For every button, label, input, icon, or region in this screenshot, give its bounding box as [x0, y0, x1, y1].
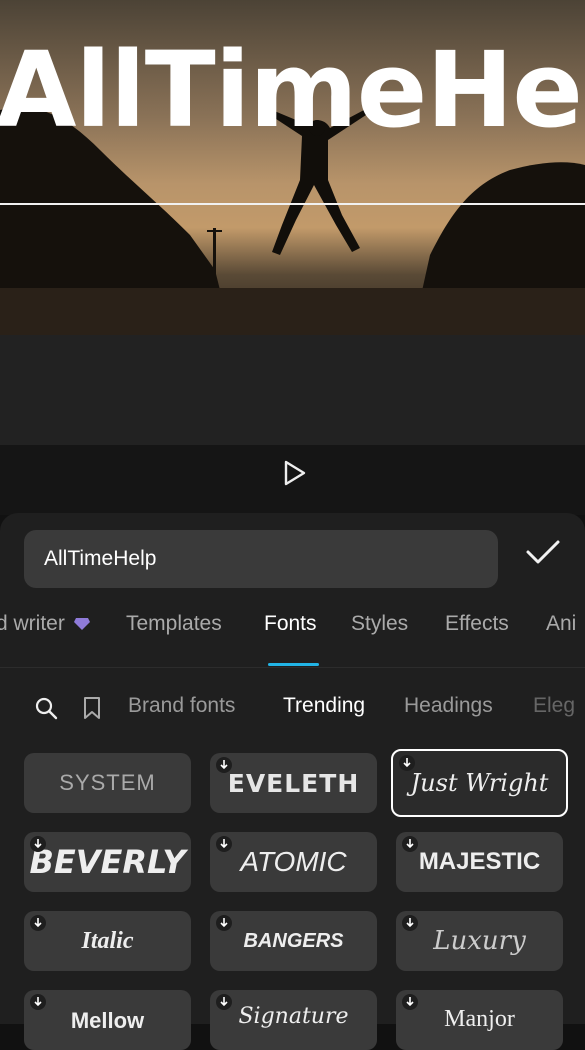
video-preview: AllTimeHelp [0, 0, 585, 335]
tab-styles[interactable]: Styles [351, 612, 408, 636]
font-card[interactable]: Mellow [24, 990, 191, 1050]
font-card[interactable]: Signature [210, 990, 377, 1050]
font-name: Manjor [444, 1006, 515, 1032]
font-name: BANGERS [243, 929, 344, 952]
category-trending[interactable]: Trending [283, 694, 365, 718]
font-name: SYSTEM [59, 770, 156, 795]
category-headings[interactable]: Headings [404, 694, 493, 718]
download-icon [216, 757, 232, 773]
font-card[interactable]: ATOMIC [210, 832, 377, 892]
font-card[interactable]: Luxury [396, 911, 563, 971]
font-card[interactable]: BANGERS [210, 911, 377, 971]
font-name: Signature [238, 1004, 349, 1029]
tab-bar: d writer Templates Fonts Styles Effects … [0, 612, 585, 652]
font-card-selected[interactable]: Just Wright [391, 749, 568, 817]
font-card[interactable]: EVELETH [210, 753, 377, 813]
download-icon [216, 836, 232, 852]
font-name: Just Wright [410, 769, 549, 797]
overlay-text[interactable]: AllTimeHelp [0, 38, 585, 142]
active-tab-indicator [268, 663, 319, 666]
download-icon [30, 836, 46, 852]
font-name: BEVERLY [29, 843, 186, 881]
font-card[interactable]: BEVERLY [24, 832, 191, 892]
text-input[interactable] [24, 530, 498, 588]
font-name: ATOMIC [240, 846, 347, 877]
download-icon [30, 915, 46, 931]
confirm-check-icon[interactable] [522, 536, 564, 568]
alignment-guide [0, 203, 585, 205]
download-icon [30, 994, 46, 1010]
font-name: Italic [81, 927, 134, 954]
tab-animation[interactable]: Ani [546, 612, 576, 636]
download-icon [216, 915, 232, 931]
canvas-background [0, 335, 585, 445]
tab-label: d writer [0, 612, 65, 635]
font-card[interactable]: Italic [24, 911, 191, 971]
tab-ai-writer[interactable]: d writer [0, 612, 91, 636]
premium-diamond-icon [73, 618, 90, 631]
tab-fonts[interactable]: Fonts [264, 612, 317, 636]
download-icon [402, 915, 418, 931]
search-icon[interactable] [34, 696, 58, 720]
font-card[interactable]: MAJESTIC [396, 832, 563, 892]
tab-templates[interactable]: Templates [126, 612, 222, 636]
download-icon [402, 994, 418, 1010]
font-card[interactable]: Manjor [396, 990, 563, 1050]
category-brand-fonts[interactable]: Brand fonts [128, 694, 235, 718]
download-icon [402, 836, 418, 852]
font-name: Mellow [70, 1008, 145, 1033]
font-name: Luxury [433, 926, 526, 956]
download-icon [216, 994, 232, 1010]
divider [0, 667, 585, 668]
download-icon [399, 755, 415, 771]
font-card[interactable]: SYSTEM [24, 753, 191, 813]
play-icon[interactable] [279, 458, 309, 488]
tab-effects[interactable]: Effects [445, 612, 509, 636]
category-elegant[interactable]: Eleg [533, 694, 575, 718]
font-name: MAJESTIC [418, 848, 541, 875]
font-name: EVELETH [227, 768, 360, 798]
bookmark-icon[interactable] [81, 696, 103, 720]
